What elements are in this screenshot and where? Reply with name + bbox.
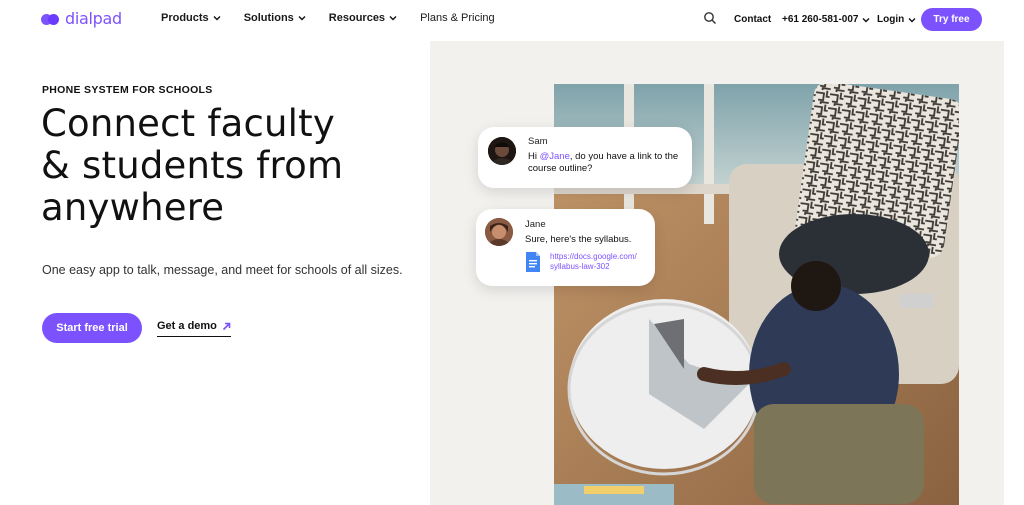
start-free-trial-button[interactable]: Start free trial <box>42 313 142 343</box>
search-icon[interactable] <box>703 11 717 25</box>
chevron-down-icon <box>298 16 306 21</box>
arrow-up-right-icon <box>222 322 231 330</box>
main-nav: Products Solutions Resources Plans & Pri… <box>161 12 495 24</box>
site-header: dialpad Products Solutions Resources Pla… <box>0 0 1024 40</box>
nav-label: Solutions <box>243 12 294 24</box>
sender-name: Sam <box>528 136 548 147</box>
chevron-down-icon <box>213 16 221 21</box>
phone-dropdown[interactable]: +61 260-581-007 <box>782 14 870 25</box>
logo-text: dialpad <box>65 9 122 28</box>
nav-label: Resources <box>328 12 386 24</box>
doc-link-line2: syllabus-law-302 <box>550 262 610 271</box>
nav-label: Plans & Pricing <box>420 12 495 24</box>
nav-products[interactable]: Products <box>161 12 221 24</box>
hero-headline: Connect faculty & students from anywhere <box>41 103 421 229</box>
hero-eyebrow: PHONE SYSTEM FOR SCHOOLS <box>42 84 213 96</box>
logo-icon <box>41 12 61 26</box>
message-prefix: Hi <box>528 151 540 162</box>
avatar <box>485 218 513 246</box>
headline-line: Connect faculty <box>41 102 335 145</box>
mention-link[interactable]: @Jane <box>540 151 570 162</box>
chat-bubble-sam: Sam Hi @Jane, do you have a link to the … <box>478 127 692 188</box>
phone-number: +61 260-581-007 <box>782 14 859 25</box>
message-text: Hi @Jane, do you have a link to the cour… <box>528 151 686 175</box>
chat-bubble-jane: Jane Sure, here's the syllabus. https://… <box>476 209 655 286</box>
google-doc-icon <box>526 252 540 272</box>
chevron-down-icon <box>862 17 870 22</box>
sender-name: Jane <box>525 219 546 230</box>
login-dropdown[interactable]: Login <box>877 14 916 25</box>
get-a-demo-label: Get a demo <box>157 320 217 332</box>
hero-subhead: One easy app to talk, message, and meet … <box>42 263 403 277</box>
nav-label: Products <box>161 12 209 24</box>
doc-link[interactable]: https://docs.google.com/syllabus-law-302 <box>550 252 637 272</box>
nav-resources[interactable]: Resources <box>329 12 397 24</box>
nav-plans-pricing[interactable]: Plans & Pricing <box>420 12 495 24</box>
nav-solutions[interactable]: Solutions <box>244 12 306 24</box>
avatar <box>488 137 516 165</box>
get-a-demo-link[interactable]: Get a demo <box>157 320 231 337</box>
headline-line: anywhere <box>41 186 225 229</box>
try-free-button[interactable]: Try free <box>921 8 982 31</box>
doc-link-line1: https://docs.google.com/ <box>550 252 637 261</box>
headline-line: & students from <box>41 144 344 187</box>
chevron-down-icon <box>908 17 916 22</box>
login-label: Login <box>877 14 905 25</box>
dialpad-logo[interactable]: dialpad <box>41 9 122 28</box>
chevron-down-icon <box>389 16 397 21</box>
message-text: Sure, here's the syllabus. <box>525 234 632 245</box>
contact-link[interactable]: Contact <box>734 14 771 25</box>
